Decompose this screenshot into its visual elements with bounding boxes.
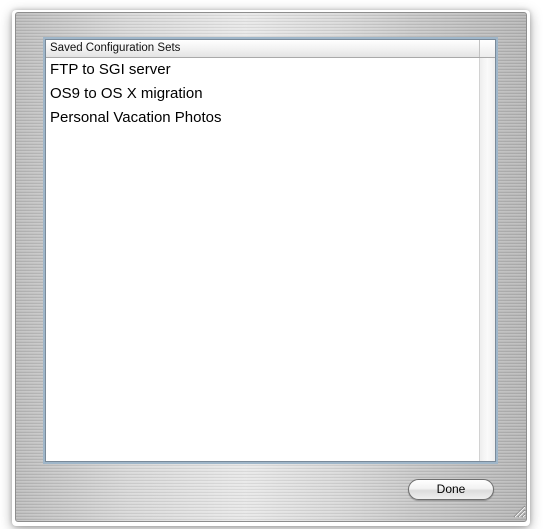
vertical-scrollbar[interactable]: [479, 58, 495, 461]
list-item[interactable]: Personal Vacation Photos: [46, 106, 479, 130]
column-header-saved-configuration-sets[interactable]: Saved Configuration Sets: [46, 40, 480, 57]
configuration-sets-dialog: Saved Configuration Sets FTP to SGI serv…: [15, 12, 527, 522]
saved-sets-list-focus-ring: Saved Configuration Sets FTP to SGI serv…: [43, 37, 498, 464]
header-corner: [480, 40, 495, 57]
list-rows: FTP to SGI server OS9 to OS X migration …: [46, 58, 479, 461]
done-button[interactable]: Done: [408, 479, 494, 500]
list-item[interactable]: OS9 to OS X migration: [46, 82, 479, 106]
list-item[interactable]: FTP to SGI server: [46, 58, 479, 82]
stage: Saved Configuration Sets FTP to SGI serv…: [0, 0, 543, 529]
resize-grip-icon[interactable]: [512, 504, 526, 518]
saved-sets-list[interactable]: Saved Configuration Sets FTP to SGI serv…: [45, 39, 496, 462]
list-header: Saved Configuration Sets: [46, 40, 495, 58]
